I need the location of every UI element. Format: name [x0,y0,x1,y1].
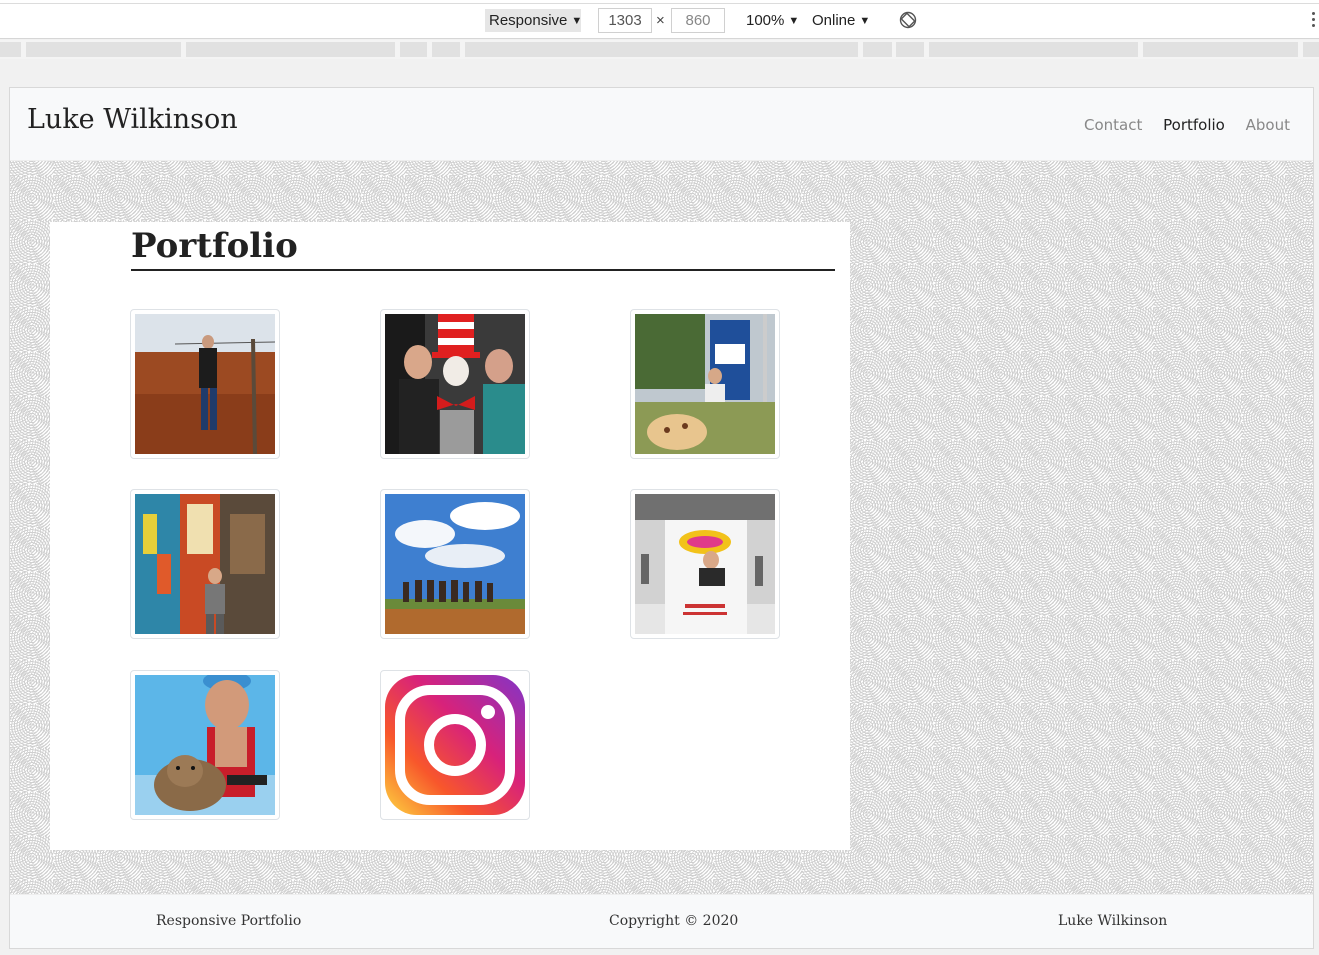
nav-link-contact[interactable]: Contact [1084,116,1142,134]
costume-photo [385,314,525,454]
ruler-segment[interactable] [432,42,460,57]
footer-left-text: Responsive Portfolio [156,913,302,929]
viewport-width-input[interactable]: 1303 [598,8,652,33]
ruler-segment[interactable] [400,42,427,57]
footer-author: Luke Wilkinson [1058,913,1168,929]
ruler-segment[interactable] [186,42,395,57]
title-divider [131,269,835,271]
viewport-height-input[interactable]: 860 [671,8,725,33]
network-throttle-select[interactable]: Online ▼ [812,9,870,32]
gallery-item[interactable] [130,670,280,820]
device-toolbar: Responsive ▼ 1303 × 860 100% ▼ Online ▼ [0,0,1319,39]
gallery-item[interactable] [130,309,280,459]
gallery-item[interactable] [380,489,530,639]
ruler-segment[interactable] [929,42,1138,57]
chevron-down-icon: ▼ [788,15,800,27]
site-brand[interactable]: Luke Wilkinson [27,104,238,135]
nav-links: Contact Portfolio About [1068,116,1290,134]
gallery-item[interactable] [380,309,530,459]
site-footer: Responsive Portfolio Copyright © 2020 Lu… [10,894,1313,948]
ruler-segment[interactable] [465,42,858,57]
more-options-icon[interactable] [1312,12,1316,30]
ruler-segment[interactable] [0,42,21,57]
portfolio-content: Portfolio [50,222,850,850]
airport-photo [635,494,775,634]
mural-photo [135,494,275,634]
gallery-item[interactable] [130,489,280,639]
ruler-segment[interactable] [1303,42,1319,57]
footer-copyright: Copyright © 2020 [609,913,739,929]
device-select[interactable]: Responsive ▼ [485,9,583,32]
ruler-segment[interactable] [26,42,181,57]
device-select-label: Responsive [489,12,568,29]
moai-photo [385,494,525,634]
zoom-select[interactable]: 100% ▼ [746,9,799,32]
quokka-photo [135,675,275,815]
chevron-down-icon: ▼ [571,15,583,27]
nav-link-about[interactable]: About [1246,116,1290,134]
rotate-icon[interactable] [899,11,917,29]
sign-photo [635,314,775,454]
gallery-item[interactable] [630,309,780,459]
device-viewport: Luke Wilkinson Contact Portfolio About P… [9,87,1314,949]
ruler-segment[interactable] [863,42,892,57]
ruler-segment[interactable] [896,42,924,57]
gallery-item[interactable] [380,670,530,820]
chevron-down-icon: ▼ [859,15,871,27]
toolbar-divider [0,3,1319,4]
media-query-ruler [0,40,1319,59]
page-title: Portfolio [131,226,298,266]
nav-link-portfolio[interactable]: Portfolio [1163,116,1225,134]
gallery-item[interactable] [630,489,780,639]
ruler-segment[interactable] [1143,42,1298,57]
site-navbar: Luke Wilkinson Contact Portfolio About [10,88,1313,161]
network-select-label: Online [812,12,856,29]
zoom-select-label: 100% [746,12,785,29]
outback-photo [135,314,275,454]
times-sign: × [656,12,665,29]
instagram-icon [385,675,525,815]
